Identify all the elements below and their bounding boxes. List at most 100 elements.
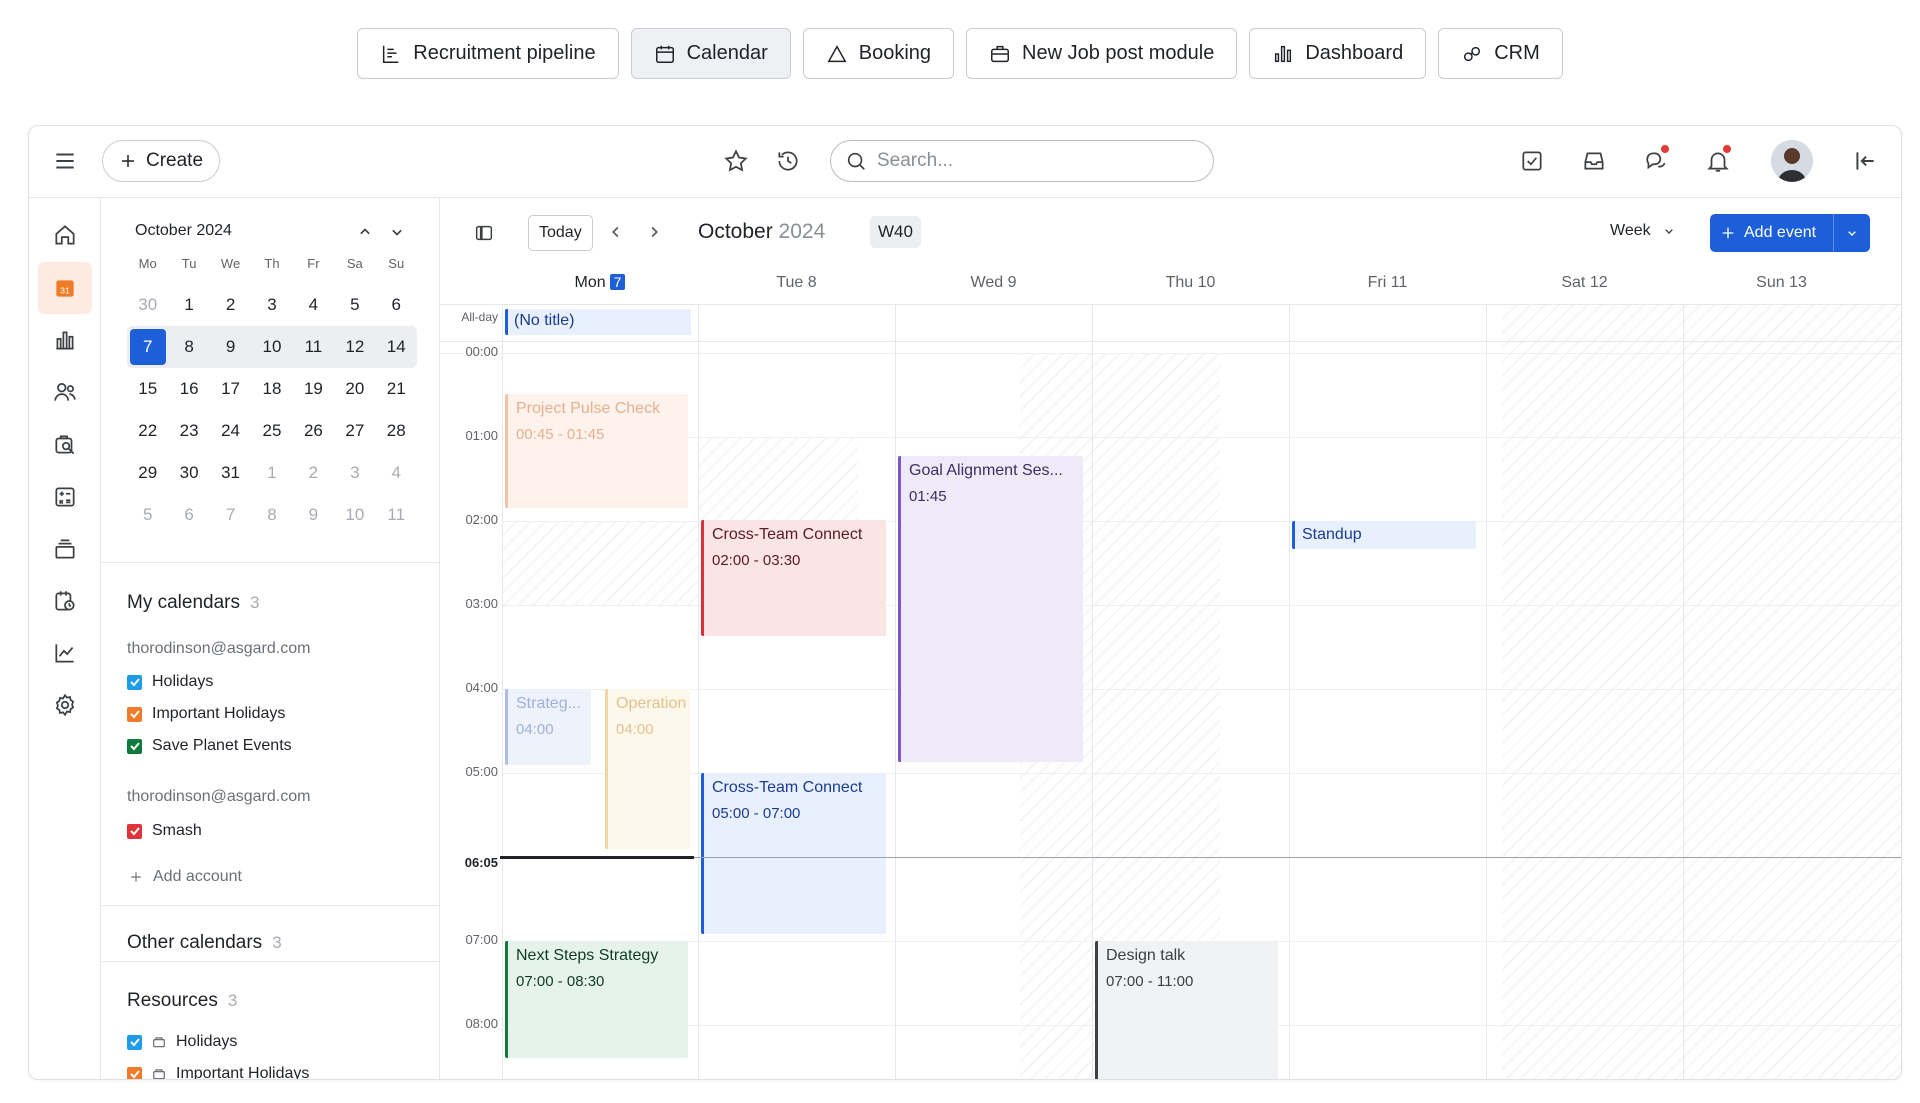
my-calendars-heading[interactable]: My calendars 3 [127, 592, 259, 614]
toggle-sidebar-icon[interactable] [466, 215, 502, 251]
day-header-sat[interactable]: Sat 12 [1486, 274, 1683, 292]
day-cell[interactable]: 23 [168, 421, 209, 441]
resource-item-important-holidays[interactable]: Important Holidays [127, 1065, 309, 1079]
chevron-right-icon[interactable] [643, 221, 665, 243]
day-cell[interactable]: 30 [127, 295, 168, 315]
day-header-sun[interactable]: Sun 13 [1683, 274, 1880, 292]
event-strategy[interactable]: Strateg... 04:00 [505, 689, 591, 765]
day-cell[interactable]: 2 [293, 463, 334, 483]
day-header-tue[interactable]: Tue 8 [698, 274, 895, 292]
day-cell[interactable]: 3 [334, 463, 375, 483]
event-standup[interactable]: Standup [1292, 521, 1476, 549]
day-cell[interactable]: 22 [127, 421, 168, 441]
checkbox-icon[interactable] [127, 1066, 142, 1079]
day-cell[interactable]: 27 [334, 421, 375, 441]
calendar-item-important-holidays[interactable]: Important Holidays [127, 705, 285, 723]
avatar[interactable] [1771, 140, 1813, 182]
day-cell[interactable]: 18 [251, 379, 292, 399]
tasks-checkbox-icon[interactable] [1514, 143, 1550, 179]
search-input[interactable]: Search... [830, 140, 1214, 182]
checkbox-icon[interactable] [127, 738, 142, 754]
day-cell[interactable]: 11 [376, 505, 417, 525]
day-header-mon[interactable]: Mon 7 [502, 274, 698, 292]
day-cell[interactable]: 2 [210, 295, 251, 315]
chevron-left-icon[interactable] [605, 221, 627, 243]
day-cell[interactable]: 5 [127, 505, 168, 525]
menu-icon[interactable] [47, 143, 83, 179]
tab-crm[interactable]: CRM [1438, 28, 1563, 79]
home-icon[interactable] [47, 217, 83, 253]
day-cell[interactable]: 31 [210, 463, 251, 483]
day-cell[interactable]: 17 [210, 379, 251, 399]
day-cell[interactable]: 16 [168, 379, 209, 399]
calendar-31-icon[interactable]: 31 [38, 262, 92, 314]
day-header-fri[interactable]: Fri 11 [1289, 274, 1486, 292]
checkbox-icon[interactable] [127, 823, 142, 839]
tab-recruitment-pipeline[interactable]: Recruitment pipeline [357, 28, 619, 79]
create-button[interactable]: Create [102, 140, 221, 182]
day-cell[interactable]: 10 [334, 505, 375, 525]
day-cell[interactable]: 6 [376, 295, 417, 315]
event-next-steps-strategy[interactable]: Next Steps Strategy 07:00 - 08:30 [505, 941, 688, 1058]
day-cell[interactable]: 26 [293, 421, 334, 441]
day-cell[interactable]: 1 [168, 295, 209, 315]
calendar-item-smash[interactable]: Smash [127, 822, 202, 840]
selected-day-cell[interactable]: 7 [127, 329, 168, 365]
day-cell[interactable]: 24 [210, 421, 251, 441]
checkbox-icon[interactable] [127, 706, 142, 722]
settings-gear-icon[interactable] [47, 687, 83, 723]
candidate-search-icon[interactable] [47, 427, 83, 463]
stack-icon[interactable] [47, 531, 83, 567]
event-project-pulse-check[interactable]: Project Pulse Check 00:45 - 01:45 [505, 394, 688, 508]
calendar-item-save-planet[interactable]: Save Planet Events [127, 737, 292, 755]
add-event-main[interactable]: Add event [1710, 214, 1834, 252]
inbox-icon[interactable] [1576, 143, 1612, 179]
tab-calendar[interactable]: Calendar [630, 28, 791, 79]
chevron-down-icon[interactable] [387, 222, 407, 242]
day-cell[interactable]: 9 [210, 337, 251, 357]
event-design-talk[interactable]: Design talk 07:00 - 11:00 [1095, 941, 1278, 1079]
day-cell[interactable]: 14 [376, 337, 417, 357]
day-cell[interactable]: 19 [293, 379, 334, 399]
checkbox-icon[interactable] [127, 674, 142, 690]
line-chart-icon[interactable] [47, 635, 83, 671]
add-account-button[interactable]: Add account [129, 868, 242, 886]
day-cell[interactable]: 28 [376, 421, 417, 441]
tab-booking[interactable]: Booking [802, 28, 955, 79]
checkbox-icon[interactable] [127, 1034, 142, 1050]
other-calendars-heading[interactable]: Other calendars 3 [127, 932, 282, 954]
day-cell[interactable]: 9 [293, 505, 334, 525]
event-no-title[interactable]: (No title) [505, 309, 691, 335]
today-button[interactable]: Today [528, 215, 593, 251]
tab-dashboard[interactable]: Dashboard [1249, 28, 1427, 79]
day-cell[interactable]: 15 [127, 379, 168, 399]
calendar-item-holidays[interactable]: Holidays [127, 673, 213, 691]
day-cell[interactable]: 30 [168, 463, 209, 483]
day-header-thu[interactable]: Thu 10 [1092, 274, 1289, 292]
day-cell[interactable]: 7 [210, 505, 251, 525]
collapse-panel-icon[interactable] [1847, 143, 1883, 179]
star-icon[interactable] [718, 143, 754, 179]
day-cell[interactable]: 21 [376, 379, 417, 399]
add-event-button[interactable]: Add event [1710, 214, 1870, 252]
day-cell[interactable]: 12 [334, 337, 375, 357]
day-cell[interactable]: 8 [251, 505, 292, 525]
event-operation[interactable]: Operation 04:00 [605, 689, 690, 849]
event-cross-team-connect-2[interactable]: Cross-Team Connect 05:00 - 07:00 [701, 773, 886, 934]
day-cell[interactable]: 4 [376, 463, 417, 483]
day-cell[interactable]: 6 [168, 505, 209, 525]
day-cell[interactable]: 4 [293, 295, 334, 315]
chevron-up-icon[interactable] [355, 222, 375, 242]
timesheet-icon[interactable] [47, 583, 83, 619]
add-event-dropdown[interactable] [1834, 225, 1870, 241]
day-cell[interactable]: 29 [127, 463, 168, 483]
day-cell[interactable]: 10 [251, 337, 292, 357]
analytics-icon[interactable] [47, 322, 83, 358]
day-cell[interactable]: 11 [293, 337, 334, 357]
tab-new-job-post[interactable]: New Job post module [966, 28, 1238, 79]
view-select[interactable]: Week [1610, 222, 1677, 240]
day-cell[interactable]: 5 [334, 295, 375, 315]
day-cell[interactable]: 8 [168, 337, 209, 357]
resources-heading[interactable]: Resources 3 [127, 990, 237, 1012]
day-cell[interactable]: 1 [251, 463, 292, 483]
